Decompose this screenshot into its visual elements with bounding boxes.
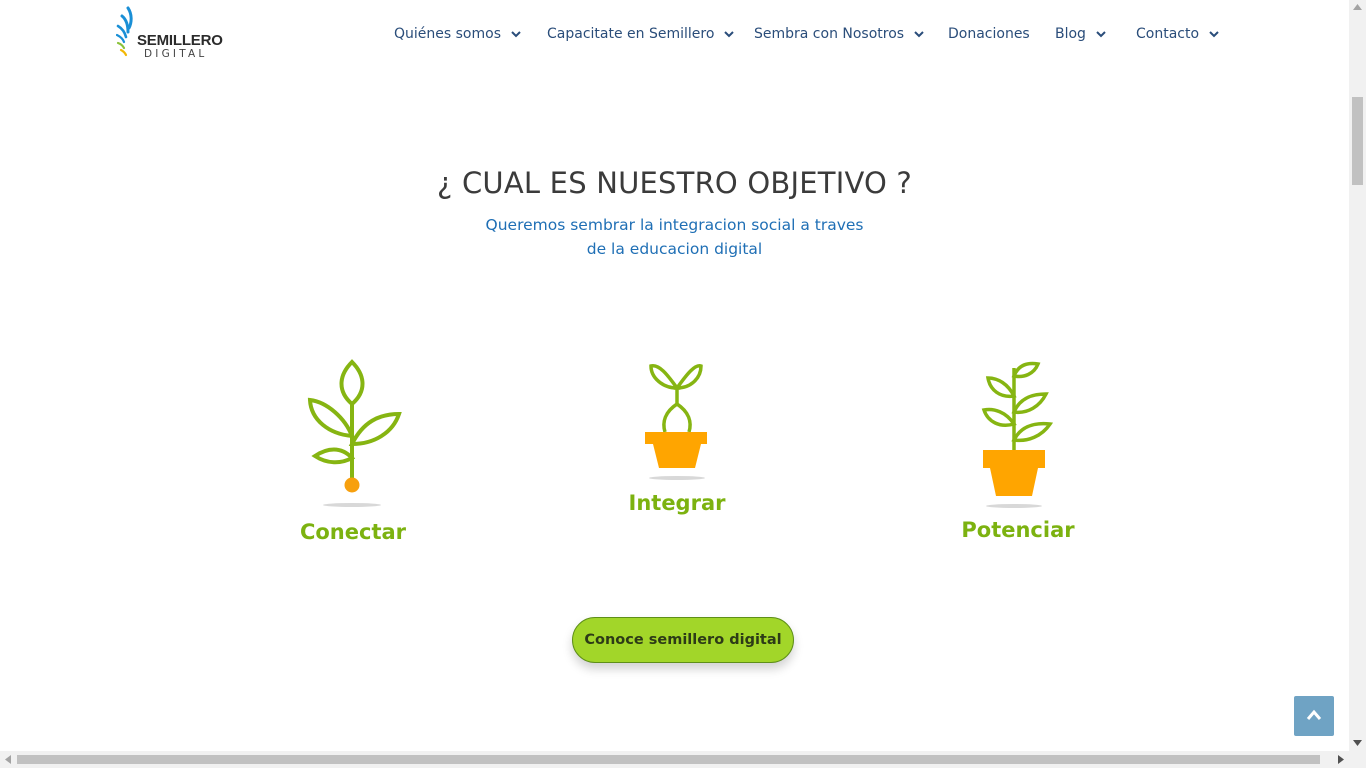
- back-to-top-button[interactable]: [1294, 696, 1334, 736]
- plant-pot-icon: [981, 361, 1054, 508]
- chevron-down-icon: [1096, 22, 1106, 46]
- nav-item-label: Sembra con Nosotros: [754, 26, 905, 42]
- subtitle-line: de la educacion digital: [586, 240, 763, 258]
- scroll-right-arrow-icon[interactable]: [1338, 755, 1344, 764]
- page: SEMILLERO DIGITAL Quiénes somos Capacita…: [0, 0, 1349, 751]
- scroll-up-arrow-icon[interactable]: [1353, 4, 1362, 10]
- sprout-seed-icon: [307, 359, 402, 507]
- subtitle-line: Queremos sembrar la integracion social a…: [485, 216, 864, 234]
- logo-subtitle: DIGITAL: [144, 48, 208, 60]
- nav-item-capacitate[interactable]: Capacitate en Semillero: [547, 22, 735, 46]
- nav-item-label: Donaciones: [948, 26, 1030, 42]
- nav-item-label: Capacitate en Semillero: [547, 26, 715, 42]
- chevron-down-icon: [724, 22, 735, 46]
- chevron-down-icon: [914, 22, 924, 46]
- conoce-semillero-button[interactable]: Conoce semillero digital: [572, 617, 794, 663]
- scroll-down-arrow-icon[interactable]: [1353, 740, 1362, 746]
- feature-conectar: Conectar: [283, 358, 423, 548]
- scroll-left-arrow-icon[interactable]: [5, 755, 11, 764]
- chevron-down-icon: [511, 22, 521, 46]
- nav-item-blog[interactable]: Blog: [1055, 22, 1106, 46]
- site-header: SEMILLERO DIGITAL Quiénes somos Capacita…: [0, 0, 1349, 68]
- sprout-pot-icon: [645, 364, 707, 480]
- nav-item-sembra[interactable]: Sembra con Nosotros: [754, 22, 924, 46]
- nav-item-label: Blog: [1055, 26, 1086, 42]
- feature-label: Potenciar: [961, 518, 1075, 542]
- nav-item-label: Contacto: [1136, 26, 1200, 42]
- nav-item-donaciones[interactable]: Donaciones: [948, 22, 1030, 46]
- main-nav: Quiénes somos Capacitate en Semillero Se…: [0, 22, 1349, 46]
- nav-item-label: Quiénes somos: [394, 26, 501, 42]
- section-title: ¿ CUAL ES NUESTRO OBJETIVO ?: [436, 166, 913, 200]
- feature-label: Conectar: [299, 520, 407, 544]
- nav-item-contacto[interactable]: Contacto: [1136, 22, 1219, 46]
- feature-potenciar: Potenciar: [948, 358, 1088, 548]
- vertical-scrollbar[interactable]: [1349, 0, 1366, 751]
- scrollbar-thumb[interactable]: [17, 755, 1320, 764]
- chevron-down-icon: [1209, 22, 1219, 46]
- section-subtitle: Queremos sembrar la integracion social a…: [0, 213, 1349, 261]
- scrollbar-thumb[interactable]: [1352, 97, 1363, 185]
- chevron-up-icon: [1306, 709, 1322, 720]
- horizontal-scrollbar[interactable]: [0, 751, 1366, 768]
- feature-label: Integrar: [628, 491, 726, 515]
- nav-item-quienes-somos[interactable]: Quiénes somos: [394, 22, 521, 46]
- feature-integrar: Integrar: [607, 360, 747, 520]
